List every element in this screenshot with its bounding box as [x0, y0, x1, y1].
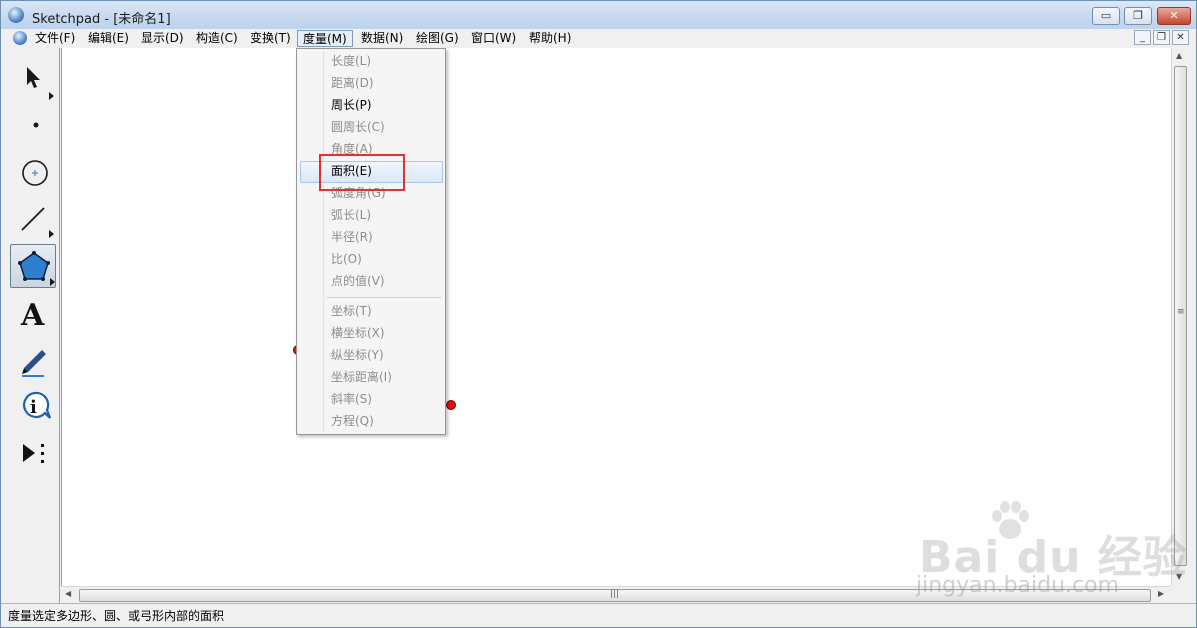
menu-item-coordinates[interactable]: 坐标(T) [331, 301, 372, 321]
straightedge-tool[interactable] [10, 198, 56, 242]
menu-item-coordinate-distance[interactable]: 坐标距离(I) [331, 367, 392, 387]
text-tool-glyph: A [20, 298, 45, 333]
information-icon: i [23, 391, 52, 419]
sketchpad-app-icon [8, 7, 24, 23]
menu-item-length[interactable]: 长度(L) [331, 51, 371, 71]
polygon-icon [18, 251, 55, 286]
menu-icon-gutter [323, 51, 324, 432]
menu-item-equation[interactable]: 方程(Q) [331, 411, 374, 431]
title-bar[interactable]: Sketchpad - [未命名1] ▭ ❐ ✕ [1, 1, 1196, 30]
menu-item-ratio[interactable]: 比(O) [331, 249, 362, 269]
custom-tool[interactable] [10, 432, 56, 476]
document-restore-button[interactable]: ❐ [1153, 30, 1170, 45]
marker-icon [22, 350, 46, 377]
vertical-scrollbar[interactable]: ▲ ≡ ▼ [1171, 48, 1188, 586]
annotation-highlight-box [319, 154, 405, 191]
menu-window[interactable]: 窗口(W) [466, 30, 521, 47]
menu-item-circumference[interactable]: 圆周长(C) [331, 117, 385, 137]
menu-separator [327, 297, 441, 298]
watermark-url: jingyan.baidu.com [916, 573, 1120, 598]
menu-item-ordinate[interactable]: 纵坐标(Y) [331, 345, 384, 365]
menu-item-arc-length[interactable]: 弧长(L) [331, 205, 371, 225]
status-text: 度量选定多边形、圆、或弓形内部的面积 [8, 609, 225, 623]
scroll-up-icon[interactable]: ▲ [1176, 51, 1182, 60]
close-button[interactable]: ✕ [1157, 7, 1191, 25]
maximize-button[interactable]: ❐ [1124, 7, 1152, 25]
compass-tool[interactable] [10, 152, 56, 196]
menu-display[interactable]: 显示(D) [136, 30, 189, 47]
polygon-tool[interactable] [10, 244, 56, 288]
menu-measure[interactable]: 度量(M) [297, 30, 353, 47]
custom-tool-icon [23, 444, 44, 463]
marker-tool[interactable] [10, 338, 56, 382]
document-close-button[interactable]: ✕ [1172, 30, 1189, 45]
arrow-select-icon [27, 67, 54, 100]
menu-file[interactable]: 文件(F) [30, 30, 80, 47]
selection-arrow-tool[interactable] [10, 58, 56, 102]
menu-item-radius[interactable]: 半径(R) [331, 227, 373, 247]
text-icon: A [20, 298, 45, 333]
point-tool[interactable] [10, 104, 56, 148]
document-icon[interactable] [13, 31, 27, 45]
menu-item-distance[interactable]: 距离(D) [331, 73, 374, 93]
measure-menu-dropdown: 长度(L) 距离(D) 周长(P) 圆周长(C) 角度(A) 面积(E) 弧度角… [296, 48, 446, 435]
vertical-scroll-thumb[interactable]: ≡ [1174, 66, 1187, 566]
menu-help[interactable]: 帮助(H) [524, 30, 576, 47]
information-tool[interactable]: i [10, 384, 56, 428]
menu-graph[interactable]: 绘图(G) [411, 30, 464, 47]
document-minimize-button[interactable]: _ [1134, 30, 1151, 45]
menu-item-abscissa[interactable]: 横坐标(X) [331, 323, 385, 343]
menu-edit[interactable]: 编辑(E) [83, 30, 134, 47]
minimize-button[interactable]: ▭ [1092, 7, 1120, 25]
point-icon [33, 122, 39, 128]
menu-bar: 文件(F) 编辑(E) 显示(D) 构造(C) 变换(T) 度量(M) 数据(N… [1, 29, 1196, 48]
status-bar: 度量选定多边形、圆、或弓形内部的面积 [1, 603, 1196, 627]
information-tool-glyph: i [30, 397, 37, 418]
red-point[interactable] [446, 400, 456, 410]
menu-data[interactable]: 数据(N) [356, 30, 408, 47]
sketchpad-window: Sketchpad - [未命名1] ▭ ❐ ✕ 文件(F) 编辑(E) 显示(… [0, 0, 1197, 628]
compass-icon [22, 160, 48, 186]
scroll-left-icon[interactable]: ◀ [65, 589, 71, 598]
menu-item-slope[interactable]: 斜率(S) [331, 389, 372, 409]
straightedge-icon [21, 207, 54, 238]
grip-icon: ||| [610, 589, 620, 599]
text-tool[interactable]: A [10, 292, 56, 336]
grip-icon: ≡ [1177, 307, 1185, 317]
menu-transform[interactable]: 变换(T) [245, 30, 296, 47]
menu-construct[interactable]: 构造(C) [191, 30, 243, 47]
scroll-right-icon[interactable]: ▶ [1158, 589, 1164, 598]
menu-item-perimeter[interactable]: 周长(P) [331, 95, 372, 115]
menu-item-point-value[interactable]: 点的值(V) [331, 271, 385, 291]
window-title: Sketchpad - [未命名1] [32, 12, 171, 27]
toolbox: A i [6, 48, 60, 603]
